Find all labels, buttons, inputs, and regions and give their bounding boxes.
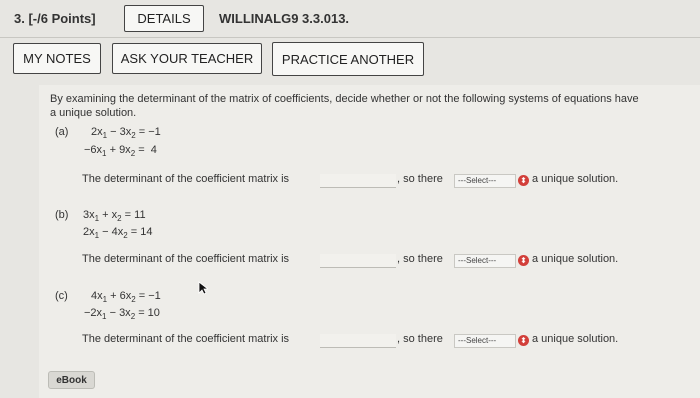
term: 2x <box>91 126 103 138</box>
term: −6x <box>84 144 103 156</box>
chevron-updown-icon[interactable]: ⬍ <box>518 175 529 186</box>
part-a-equation-1: 2x1 − 3x2 = −1 <box>91 126 161 140</box>
subscript: 1 <box>102 312 107 322</box>
subscript: 1 <box>94 214 100 224</box>
rhs: = 4 <box>138 144 157 156</box>
header-divider <box>0 37 700 38</box>
practice-another-button[interactable]: PRACTICE ANOTHER <box>272 42 424 76</box>
question-intro: By examining the determinant of the matr… <box>50 92 700 120</box>
term: 9x <box>119 144 131 156</box>
part-b-equation-1: 3x1 + x2 = 11 <box>83 209 146 223</box>
term: 4x <box>111 226 124 238</box>
part-c-label: (c) <box>55 290 68 302</box>
ebook-button[interactable]: eBook <box>48 371 95 389</box>
subscript: 2 <box>131 131 136 141</box>
part-a-label: (a) <box>55 126 69 138</box>
intro-line-2: a unique solution. <box>50 107 137 119</box>
part-b-label: (b) <box>55 209 69 221</box>
part-b-select[interactable]: ---Select--- <box>454 254 516 268</box>
details-button[interactable]: DETAILS <box>124 5 204 32</box>
part-a-select[interactable]: ---Select--- <box>454 174 516 188</box>
operator: + <box>109 144 116 156</box>
part-b-so-there: , so there <box>397 253 443 265</box>
ask-teacher-button[interactable]: ASK YOUR TEACHER <box>112 43 262 74</box>
chevron-updown-icon[interactable]: ⬍ <box>518 255 529 266</box>
term: −2x <box>84 307 103 319</box>
part-a-determinant-input[interactable] <box>320 174 396 188</box>
part-c-equation-2: −2x1 − 3x2 = 10 <box>84 307 160 321</box>
term: 3x <box>83 209 95 221</box>
rhs: = −1 <box>138 290 161 302</box>
subscript: 2 <box>131 295 136 305</box>
part-b-equation-2: 2x1 − 4x2 = 14 <box>83 226 153 240</box>
operator: − <box>102 226 109 238</box>
operator: − <box>109 307 116 319</box>
part-c-select[interactable]: ---Select--- <box>454 334 516 348</box>
part-a-unique-text: a unique solution. <box>532 173 619 185</box>
term: 6x <box>119 290 132 302</box>
subscript: 1 <box>102 131 108 141</box>
intro-line-1: By examining the determinant of the matr… <box>50 93 639 105</box>
subscript: 1 <box>94 231 100 241</box>
mouse-cursor-icon <box>198 281 208 295</box>
part-a-determinant-text: The determinant of the coefficient matri… <box>82 173 290 185</box>
part-c-so-there: , so there <box>397 333 443 345</box>
part-a-equation-2: −6x1 + 9x2 = 4 <box>84 144 157 158</box>
chevron-updown-icon[interactable]: ⬍ <box>518 335 529 346</box>
rhs: = 10 <box>138 307 160 319</box>
operator: − <box>110 126 117 138</box>
part-c-unique-text: a unique solution. <box>532 333 619 345</box>
part-c-equation-1: 4x1 + 6x2 = −1 <box>91 290 161 304</box>
question-code: WILLINALG9 3.3.013. <box>219 11 350 26</box>
subscript: 2 <box>123 231 128 241</box>
subscript: 2 <box>130 312 136 322</box>
question-header: 3. [-/6 Points] DETAILS WILLINALG9 3.3.0… <box>0 0 700 38</box>
subscript: 2 <box>117 214 122 224</box>
part-b-determinant-input[interactable] <box>320 254 396 268</box>
part-a-so-there: , so there <box>397 173 443 185</box>
part-b-unique-text: a unique solution. <box>532 253 619 265</box>
rhs: = −1 <box>138 126 161 138</box>
term: 2x <box>83 226 95 238</box>
rhs: = 11 <box>124 209 146 221</box>
subscript: 1 <box>102 295 108 305</box>
term: 3x <box>119 126 132 138</box>
my-notes-button[interactable]: MY NOTES <box>13 43 101 74</box>
term: 4x <box>91 290 103 302</box>
part-b-determinant-text: The determinant of the coefficient matri… <box>82 253 290 265</box>
part-c-determinant-text: The determinant of the coefficient matri… <box>82 333 290 345</box>
question-number: 3. [-/6 Points] <box>14 11 96 26</box>
part-c-determinant-input[interactable] <box>320 334 396 348</box>
rhs: = 14 <box>130 226 153 238</box>
subscript: 1 <box>102 149 107 159</box>
operator: + <box>110 290 117 302</box>
operator: + <box>102 209 109 221</box>
term: 3x <box>119 307 131 319</box>
subscript: 2 <box>130 149 136 159</box>
